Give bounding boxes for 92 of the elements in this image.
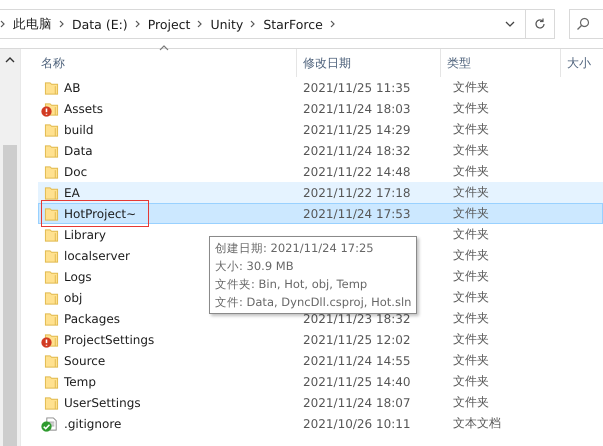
file-type: 文件夹 (453, 269, 489, 283)
file-name: .gitignore (64, 416, 122, 430)
file-type: 文件夹 (453, 164, 489, 178)
modified-date: 2021/11/25 12:02 (303, 332, 411, 346)
file-name: Assets (64, 102, 104, 116)
file-name: build (64, 122, 94, 136)
modified-date: 2021/11/24 18:03 (303, 102, 411, 116)
scrollbar[interactable] (0, 49, 21, 446)
column-header[interactable]: 大小 (560, 49, 603, 77)
folder-icon (44, 394, 59, 410)
folder-icon (44, 268, 59, 284)
file-type: 文件夹 (453, 374, 489, 388)
modified-date: 2021/11/24 17:53 (303, 206, 411, 220)
file-name: Source (64, 354, 106, 368)
file-name: UserSettings (64, 396, 141, 410)
file-name: ProjectSettings (64, 332, 154, 346)
folder-icon (44, 310, 59, 326)
file-type: 文件夹 (453, 185, 489, 199)
file-type: 文件夹 (453, 311, 489, 325)
folder-icon (44, 352, 59, 368)
modified-date: 2021/11/24 18:32 (303, 144, 411, 158)
scroll-up-icon[interactable] (5, 57, 15, 63)
tooltip-line: 大小: 30.9 MB (215, 258, 295, 275)
folder-icon (44, 80, 59, 96)
file-type: 文件夹 (453, 353, 489, 367)
column-header[interactable]: 类型 (440, 49, 560, 77)
tooltip-line: 文件: Data, DyncDll.csproj, Hot.sln (215, 294, 412, 311)
modified-date: 2021/11/22 17:18 (303, 186, 411, 200)
dropdown-icon[interactable] (505, 21, 515, 27)
file-name: Library (64, 228, 106, 242)
file-type: 文件夹 (453, 332, 489, 346)
refresh-button[interactable] (525, 9, 555, 39)
column-header[interactable]: 名称 (21, 49, 296, 77)
breadcrumb-item[interactable]: Data (E:) (72, 16, 128, 32)
chevron-right-icon (330, 20, 336, 28)
tooltip-line: 创建日期: 2021/11/24 17:25 (215, 240, 375, 257)
file-name: AB (64, 80, 80, 94)
modified-date: 2021/11/22 14:48 (303, 164, 411, 178)
scrollbar-thumb[interactable] (3, 145, 17, 446)
folder-icon (44, 226, 59, 242)
sort-caret-icon (159, 45, 169, 51)
breadcrumb-item[interactable]: 此电脑 (13, 16, 52, 32)
file-name: Doc (64, 164, 88, 178)
folder-icon (44, 206, 59, 222)
file-type: 文件夹 (453, 80, 489, 94)
modified-date: 2021/11/24 14:55 (303, 354, 411, 368)
file-name: obj (64, 290, 82, 304)
modified-date: 2021/11/25 14:40 (303, 374, 411, 388)
file-name: Logs (64, 270, 92, 284)
search-field[interactable] (569, 9, 603, 39)
file-type: 文件夹 (453, 101, 489, 115)
search-icon (576, 17, 590, 31)
chevron-right-icon (59, 20, 65, 28)
chevron-right-icon (0, 20, 6, 28)
modified-date: 2021/11/24 18:07 (303, 396, 411, 410)
modified-date: 2021/11/25 11:35 (303, 80, 411, 94)
breadcrumb-item[interactable]: Project (148, 16, 190, 32)
file-row[interactable]: EA 2021/11/22 17:18 文件夹 (38, 182, 603, 203)
file-name: Packages (64, 312, 120, 326)
tooltip-line: 文件夹: Bin, Hot, obj, Temp (215, 276, 368, 293)
breadcrumb-item[interactable]: Unity (210, 16, 244, 32)
file-type: 文件夹 (453, 248, 489, 262)
modified-date: 2021/10/26 10:11 (303, 416, 411, 430)
file-name: EA (64, 186, 80, 200)
file-type: 文件夹 (453, 395, 489, 409)
modified-date: 2021/11/23 18:32 (303, 312, 411, 326)
file-type: 文本文档 (453, 416, 501, 430)
file-name: Data (64, 144, 93, 158)
file-row[interactable]: HotProject~ 2021/11/24 17:53 文件夹 (38, 203, 603, 224)
column-header[interactable]: 修改日期 (296, 49, 440, 77)
address-bar[interactable]: 此电脑 Data (E:) Project Unity StarForce (0, 9, 526, 39)
file-type: 文件夹 (453, 122, 489, 136)
file-type: 文件夹 (453, 290, 489, 304)
refresh-icon (533, 17, 547, 31)
chevron-right-icon (134, 20, 141, 28)
folder-icon (44, 374, 59, 390)
folder-icon (44, 122, 59, 138)
folder-icon (44, 184, 59, 200)
modified-date: 2021/11/25 14:29 (303, 122, 411, 136)
chevron-right-icon (250, 20, 256, 28)
folder-icon (44, 164, 59, 180)
chevron-right-icon (197, 20, 204, 28)
file-name: Temp (64, 374, 96, 388)
folder-icon (44, 248, 59, 264)
file-name: localserver (64, 248, 130, 262)
file-type: 文件夹 (453, 206, 489, 220)
file-type: 文件夹 (453, 143, 489, 157)
folder-icon (44, 290, 59, 306)
folder-icon (44, 142, 59, 158)
file-name: HotProject~ (64, 206, 136, 220)
file-type: 文件夹 (453, 227, 489, 241)
breadcrumb-item[interactable]: StarForce (263, 16, 323, 32)
